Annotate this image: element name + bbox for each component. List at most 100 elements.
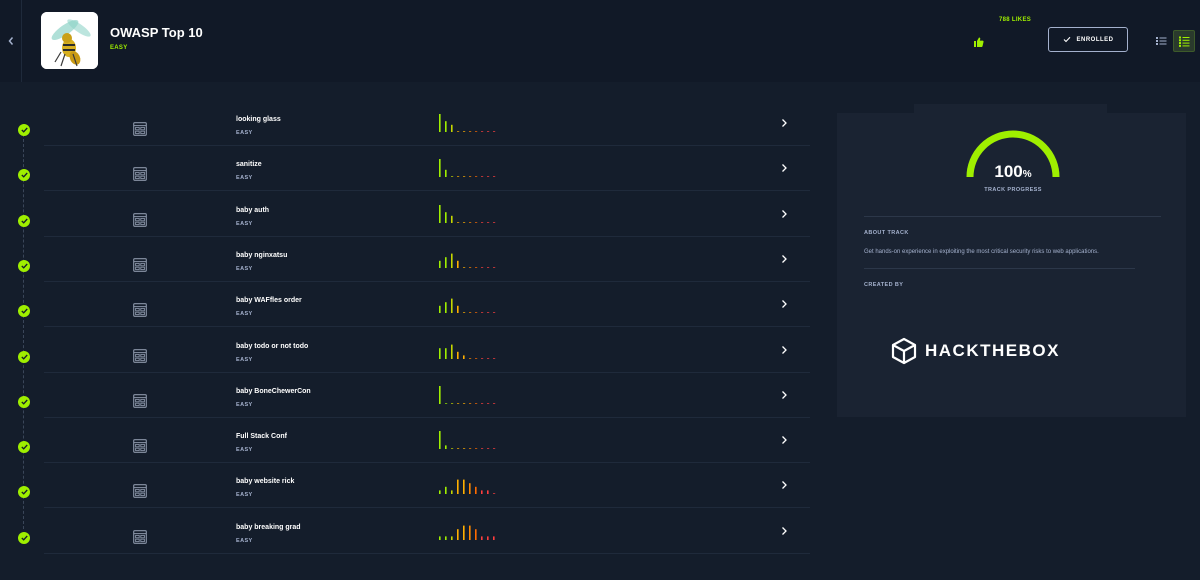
enrolled-button[interactable]: ENROLLED bbox=[1048, 27, 1128, 52]
challenge-difficulty: EASY bbox=[236, 537, 253, 544]
rating-bar bbox=[481, 357, 484, 359]
rating-bar bbox=[469, 131, 472, 132]
completed-check-icon bbox=[18, 350, 30, 363]
difficulty-rating-chart bbox=[439, 431, 496, 450]
rating-bar bbox=[487, 267, 490, 268]
created-heading: CREATED BY bbox=[864, 282, 904, 288]
challenge-row[interactable]: baby BoneChewerCon EASY bbox=[0, 373, 810, 418]
chevron-right-icon[interactable] bbox=[779, 480, 789, 490]
rating-bar bbox=[469, 221, 472, 223]
completed-check-icon bbox=[18, 486, 30, 499]
completed-check-icon bbox=[18, 305, 30, 318]
completed-check-icon bbox=[18, 531, 30, 544]
rating-bar bbox=[457, 221, 460, 223]
challenge-name: baby BoneChewerCon bbox=[236, 387, 311, 395]
view-list-button[interactable] bbox=[1173, 30, 1195, 52]
track-title: OWASP Top 10 bbox=[110, 25, 203, 40]
chevron-right-icon[interactable] bbox=[779, 118, 789, 128]
challenge-row[interactable]: baby WAFfles order EASY bbox=[0, 282, 810, 328]
rating-bar bbox=[463, 221, 466, 223]
rating-bar bbox=[481, 402, 484, 404]
rating-bar bbox=[451, 215, 453, 223]
panel-tab bbox=[914, 104, 1107, 113]
track-difficulty: EASY bbox=[110, 45, 128, 51]
rating-bar bbox=[481, 267, 484, 268]
challenge-row[interactable]: baby breaking grad EASY bbox=[0, 509, 810, 554]
challenge-name: baby auth bbox=[236, 206, 270, 214]
chevron-right-icon[interactable] bbox=[779, 209, 789, 219]
rating-bar bbox=[475, 528, 477, 540]
chevron-right-icon[interactable] bbox=[779, 299, 789, 309]
rating-bar bbox=[463, 176, 466, 178]
chevron-right-icon[interactable] bbox=[779, 526, 789, 536]
challenge-difficulty: EASY bbox=[236, 356, 253, 363]
challenge-name: baby todo or not todo bbox=[236, 342, 309, 350]
rating-bar bbox=[457, 305, 459, 314]
web-window-icon bbox=[133, 258, 147, 272]
challenge-row[interactable]: Full Stack Conf EASY bbox=[0, 418, 810, 464]
challenge-name: Full Stack Conf bbox=[236, 433, 287, 441]
rating-bar bbox=[475, 448, 478, 450]
rating-bar bbox=[469, 176, 472, 178]
rating-bar bbox=[445, 302, 447, 314]
rating-bar bbox=[451, 490, 453, 495]
challenge-row[interactable]: looking glass EASY bbox=[0, 101, 810, 146]
rating-bar bbox=[451, 344, 453, 359]
challenge-row[interactable]: sanitize EASY bbox=[0, 146, 810, 192]
track-header: OWASP Top 10 EASY 788 LIKES ENROLLED bbox=[0, 0, 1200, 82]
challenge-row[interactable]: baby auth EASY bbox=[0, 192, 810, 237]
web-window-icon bbox=[133, 348, 147, 363]
rating-bar bbox=[481, 176, 484, 178]
challenge-difficulty: EASY bbox=[236, 220, 253, 227]
rating-bar bbox=[445, 536, 447, 540]
challenge-row[interactable]: baby nginxatsu EASY bbox=[0, 237, 810, 282]
rating-bar bbox=[463, 312, 466, 314]
completed-check-icon bbox=[18, 169, 30, 182]
rating-bar bbox=[469, 402, 472, 404]
rating-bar bbox=[439, 159, 441, 178]
rating-bar bbox=[481, 131, 484, 132]
rating-bar bbox=[451, 448, 454, 450]
rating-bar bbox=[463, 131, 466, 132]
challenge-difficulty: EASY bbox=[236, 492, 253, 499]
rating-bar bbox=[487, 402, 490, 404]
rating-bar bbox=[493, 267, 496, 268]
rating-bar bbox=[463, 267, 466, 268]
chevron-right-icon[interactable] bbox=[779, 390, 789, 400]
rating-bar bbox=[475, 131, 478, 132]
view-compact-button[interactable] bbox=[1150, 30, 1172, 52]
chevron-right-icon[interactable] bbox=[779, 345, 789, 355]
challenge-row[interactable]: baby todo or not todo EASY bbox=[0, 328, 810, 373]
completed-check-icon bbox=[18, 441, 30, 454]
web-window-icon bbox=[133, 212, 147, 227]
back-button[interactable] bbox=[0, 0, 22, 82]
like-button[interactable] bbox=[971, 35, 985, 49]
rating-bar bbox=[445, 402, 448, 404]
chevron-right-icon[interactable] bbox=[779, 163, 789, 173]
rating-bar bbox=[487, 536, 489, 540]
chevron-right-icon[interactable] bbox=[779, 435, 789, 445]
rating-bar bbox=[475, 221, 478, 223]
web-window-icon bbox=[133, 484, 147, 499]
rating-bar bbox=[493, 176, 496, 178]
difficulty-rating-chart bbox=[439, 253, 496, 268]
rating-bar bbox=[439, 490, 441, 495]
rating-bar bbox=[469, 357, 472, 359]
rating-bar bbox=[457, 448, 460, 450]
challenge-name: baby nginxatsu bbox=[236, 251, 288, 259]
list-icon bbox=[1178, 36, 1189, 47]
challenge-row[interactable]: baby website rick EASY bbox=[0, 463, 810, 509]
rating-bar bbox=[487, 490, 489, 495]
creator-logo[interactable]: HACKTHEBOX bbox=[891, 337, 1060, 365]
progress-number: 100 bbox=[994, 162, 1023, 181]
rating-bar bbox=[457, 176, 460, 178]
rating-bar bbox=[445, 445, 447, 450]
chevron-right-icon[interactable] bbox=[779, 254, 789, 264]
panel-divider bbox=[864, 216, 1161, 217]
rating-bar bbox=[487, 357, 490, 359]
rating-bar bbox=[451, 124, 453, 132]
difficulty-rating-chart bbox=[439, 385, 496, 404]
rating-bar bbox=[439, 385, 441, 404]
rating-bar bbox=[451, 253, 453, 268]
rating-bar bbox=[493, 493, 496, 495]
